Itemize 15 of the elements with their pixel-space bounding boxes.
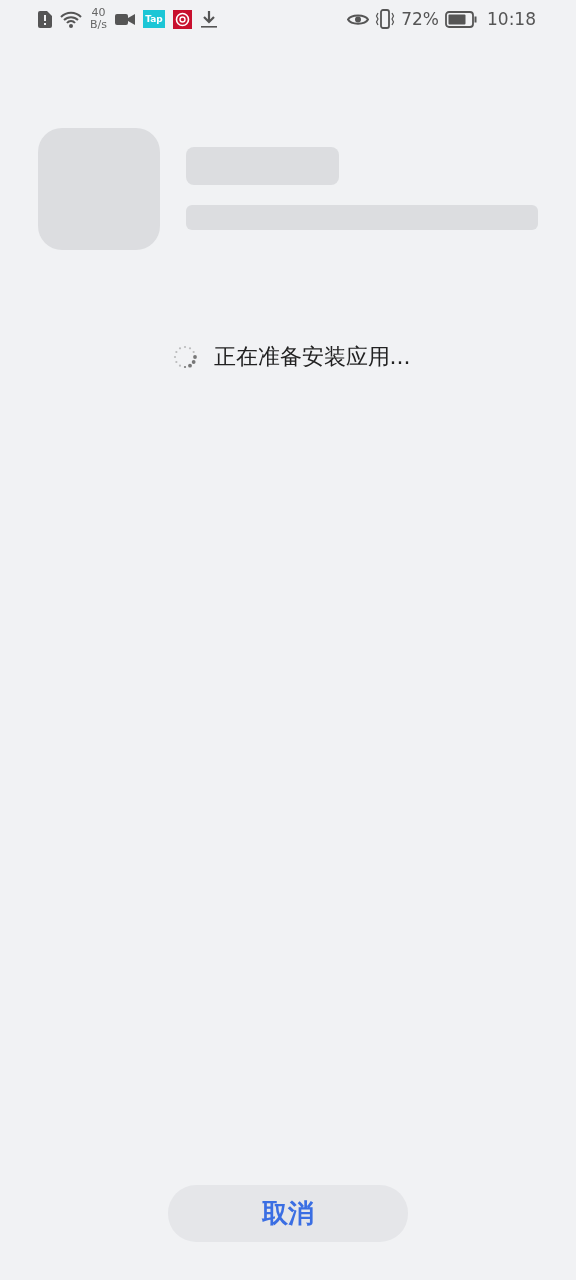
battery-percentage: 72% xyxy=(401,9,439,29)
wifi-icon xyxy=(60,10,82,28)
eye-icon xyxy=(347,11,370,27)
target-app-icon xyxy=(173,9,192,29)
sim-alert-icon xyxy=(38,10,52,28)
cancel-button[interactable]: 取消 xyxy=(168,1185,408,1242)
clock-time: 10:18 xyxy=(487,9,536,29)
app-notification-icon: Tap xyxy=(143,10,165,28)
download-icon xyxy=(200,10,218,28)
video-camera-icon xyxy=(115,12,135,26)
loading-message: 正在准备安装应用... xyxy=(213,343,411,371)
battery-icon xyxy=(445,10,477,28)
network-speed: 40 B/s xyxy=(90,7,107,31)
loading-spinner-icon xyxy=(171,344,198,370)
vibrate-icon xyxy=(375,9,396,29)
